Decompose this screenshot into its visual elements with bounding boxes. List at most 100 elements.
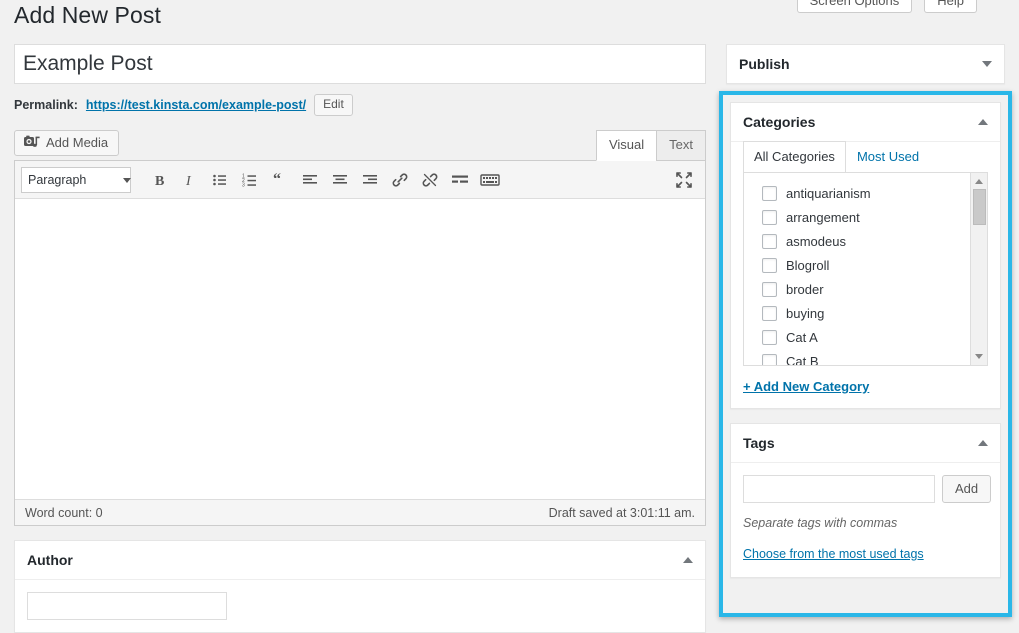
category-label: antiquarianism [786,186,871,201]
add-media-label: Add Media [46,135,108,150]
permalink-edit-button[interactable]: Edit [314,94,353,116]
add-media-button[interactable]: Add Media [14,130,119,156]
category-item[interactable]: asmodeus [744,229,987,253]
tags-input[interactable] [743,475,935,503]
scroll-up-arrow-icon[interactable] [975,179,983,184]
categories-tabs: All Categories Most Used [731,141,1000,172]
help-button[interactable]: Help [924,0,977,13]
category-item[interactable]: Cat A [744,325,987,349]
triangle-up-icon[interactable] [978,440,988,446]
permalink-url-link[interactable]: https://test.kinsta.com/example-post/ [86,98,306,112]
svg-text:B: B [155,174,164,188]
paragraph-format-select[interactable]: Paragraph [21,167,131,193]
category-label: asmodeus [786,234,846,249]
tab-visual[interactable]: Visual [596,130,657,161]
category-checkbox[interactable] [762,330,777,345]
post-body-content: Permalink: https://test.kinsta.com/examp… [14,44,706,633]
categories-panel-title: Categories [743,114,815,130]
category-item[interactable]: Cat B [744,349,987,366]
svg-text:3: 3 [242,182,245,188]
tags-panel-header[interactable]: Tags [731,424,1000,463]
category-checkbox[interactable] [762,354,777,367]
tags-input-row: Add [743,475,988,503]
category-label: Cat B [786,354,819,367]
tags-panel: Tags Add Separate tags with commas Choos… [730,423,1001,578]
category-label: Cat A [786,330,818,345]
italic-icon[interactable]: I [175,165,205,195]
category-item[interactable]: buying [744,301,987,325]
word-count-label: Word count: 0 [25,506,103,520]
categories-list[interactable]: antiquarianism arrangement asmodeus [743,172,988,366]
editor-box: Paragraph B I [14,160,706,526]
add-media-icon [24,135,40,150]
author-panel: Author [14,540,706,633]
permalink-label: Permalink: [14,98,78,112]
numbered-list-icon[interactable]: 1 2 3 [235,165,265,195]
category-item[interactable]: arrangement [744,205,987,229]
highlighted-panels: Categories All Categories Most Used anti… [730,102,1001,578]
author-panel-header[interactable]: Author [15,541,705,580]
post-sidebar: Publish [726,44,1005,84]
format-select-wrapper: Paragraph [21,167,139,193]
category-checkbox[interactable] [762,210,777,225]
draft-saved-label: Draft saved at 3:01:11 am. [549,506,695,520]
align-center-icon[interactable] [325,165,355,195]
keyboard-shortcuts-icon[interactable] [475,165,505,195]
screen-options-button[interactable]: Screen Options [797,0,913,13]
scroll-down-arrow-icon[interactable] [975,354,983,359]
category-item[interactable]: broder [744,277,987,301]
category-item[interactable]: antiquarianism [744,181,987,205]
add-new-category-link[interactable]: + Add New Category [743,379,869,394]
publish-panel: Publish [726,44,1005,84]
category-checkbox[interactable] [762,234,777,249]
category-label: buying [786,306,824,321]
triangle-up-icon[interactable] [683,557,693,563]
screen-meta-links: Screen Options Help [797,0,977,13]
post-content-area[interactable] [15,199,705,499]
categories-panel: Categories All Categories Most Used anti… [730,102,1001,409]
categories-scroll-content: antiquarianism arrangement asmodeus [744,173,987,366]
insert-link-icon[interactable] [385,165,415,195]
category-label: Blogroll [786,258,829,273]
bold-icon[interactable]: B [145,165,175,195]
bulleted-list-icon[interactable] [205,165,235,195]
publish-panel-header[interactable]: Publish [727,45,1004,83]
category-item[interactable]: Blogroll [744,253,987,277]
category-checkbox[interactable] [762,186,777,201]
svg-text:I: I [185,174,192,188]
tab-all-categories[interactable]: All Categories [743,141,846,172]
category-checkbox[interactable] [762,258,777,273]
unlink-icon[interactable] [415,165,445,195]
tags-add-button[interactable]: Add [942,475,991,503]
publish-panel-title: Publish [739,56,790,72]
editor-status-bar: Word count: 0 Draft saved at 3:01:11 am. [15,499,705,525]
post-title-input[interactable] [14,44,706,84]
tab-text[interactable]: Text [656,130,706,161]
tags-panel-title: Tags [743,435,775,451]
category-checkbox[interactable] [762,306,777,321]
editor-toolbar: Paragraph B I [15,161,705,199]
category-label: broder [786,282,824,297]
author-panel-title: Author [27,552,73,568]
author-select[interactable] [27,592,227,620]
tab-most-used[interactable]: Most Used [846,141,930,172]
scrollbar-thumb[interactable] [973,189,986,225]
categories-panel-header[interactable]: Categories [731,103,1000,142]
align-right-icon[interactable] [355,165,385,195]
triangle-down-icon[interactable] [982,61,992,67]
permalink-row: Permalink: https://test.kinsta.com/examp… [14,94,706,116]
category-checkbox[interactable] [762,282,777,297]
editor-mode-tabs: Visual Text [597,130,706,161]
fullscreen-icon[interactable] [669,165,699,195]
tags-hint: Separate tags with commas [743,516,988,530]
spacer [730,409,1001,423]
highlight-ring: Categories All Categories Most Used anti… [719,91,1012,617]
triangle-up-icon[interactable] [978,119,988,125]
categories-scrollbar[interactable] [970,173,987,365]
spacer [14,526,706,540]
blockquote-icon[interactable]: “ [265,165,295,195]
most-used-tags-link[interactable]: Choose from the most used tags [743,547,924,561]
read-more-icon[interactable] [445,165,475,195]
category-label: arrangement [786,210,860,225]
align-left-icon[interactable] [295,165,325,195]
